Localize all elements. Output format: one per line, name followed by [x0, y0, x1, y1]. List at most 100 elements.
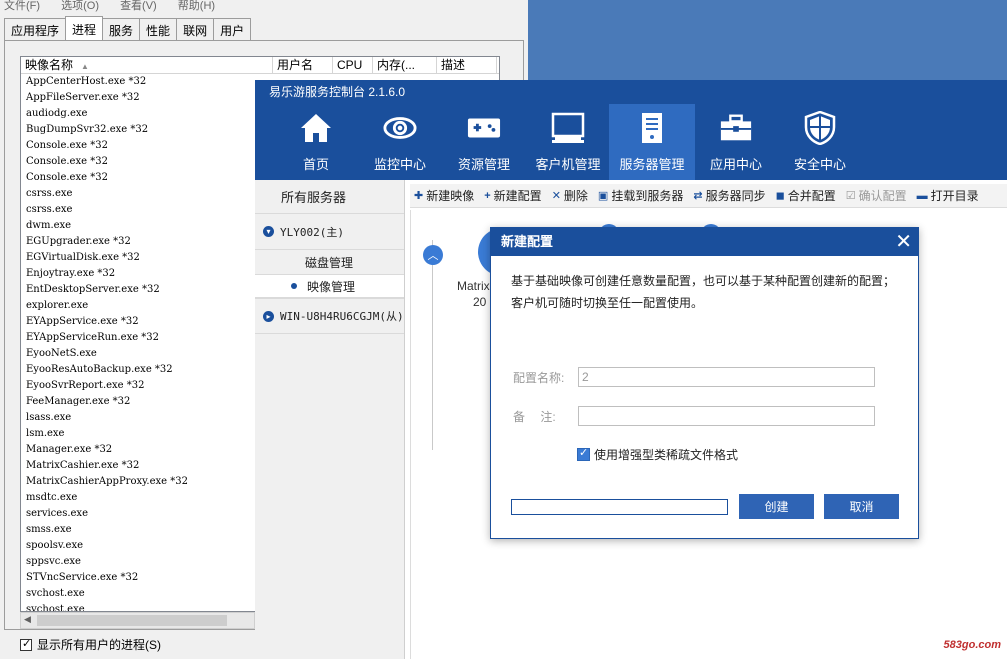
toolbar-button-confirm[interactable]: ☑ 确认配置: [846, 187, 907, 204]
server-primary-label: YLY002(主): [280, 225, 344, 239]
chevron-right-icon[interactable]: ▸: [263, 310, 274, 322]
chevron-up-icon[interactable]: ︿: [423, 245, 443, 265]
toolbar-button-delete[interactable]: ✕ 删除: [552, 187, 588, 204]
toolbar-button-label: 服务器同步: [705, 189, 766, 203]
sidebar-server-primary[interactable]: ▾ YLY002(主): [255, 214, 404, 250]
create-button[interactable]: 创建: [739, 494, 814, 519]
show-all-users-label: 显示所有用户的进程(S): [37, 638, 161, 652]
sidebar-server-secondary[interactable]: ▸ WIN-U8H4RU6CGJM(从): [255, 298, 404, 334]
main-nav: 首页 监控中心 资源管理 客户机管理 服务器管理 应用中心 安全中心: [273, 104, 861, 180]
timeline-line: [432, 240, 433, 450]
server-icon: [635, 112, 669, 144]
menu-file[interactable]: 文件(F): [4, 0, 40, 13]
note-label: 备 注:: [513, 409, 556, 424]
toolbar-button-label: 打开目录: [930, 189, 979, 203]
nav-home[interactable]: 首页: [273, 104, 359, 180]
toolbox-icon: [719, 112, 753, 144]
column-cpu[interactable]: CPU: [333, 57, 373, 73]
cancel-button[interactable]: 取消: [824, 494, 899, 519]
show-all-users-option[interactable]: 显示所有用户的进程(S): [20, 636, 161, 653]
server-secondary-label: WIN-U8H4RU6CGJM(从): [280, 310, 404, 323]
horizontal-scrollbar[interactable]: ◀: [20, 612, 255, 629]
merge-icon: ◼: [775, 190, 785, 202]
toolbar-button-new-image[interactable]: ✚ 新建映像: [414, 187, 474, 204]
desktop-background: [528, 0, 1007, 82]
dialog-description: 基于基础映像可创建任意数量配置，也可以基于某种配置创建新的配置；客户机可随时切换…: [511, 274, 896, 310]
column-description[interactable]: 描述: [437, 57, 497, 73]
delete-icon: ✕: [551, 190, 561, 202]
home-icon: [299, 112, 333, 144]
tab-applications[interactable]: 应用程序: [4, 18, 67, 40]
note-input[interactable]: [578, 406, 875, 426]
image-name: Matrix: [457, 279, 490, 293]
menu-options[interactable]: 选项(O): [61, 0, 99, 13]
sync-icon: ⇄: [693, 190, 703, 202]
tab-services[interactable]: 服务: [102, 18, 141, 40]
sparse-format-option[interactable]: 使用增强型类稀疏文件格式: [577, 446, 738, 463]
task-manager-menubar: 文件(F) 选项(O) 查看(V) 帮助(H): [0, 0, 528, 14]
task-manager-tabs: 应用程序 进程 服务 性能 联网 用户: [4, 16, 252, 40]
dialog-title: 新建配置: [501, 234, 554, 249]
nav-server-management[interactable]: 服务器管理: [609, 104, 695, 180]
toolbar-button-folder[interactable]: ▬ 打开目录: [917, 187, 979, 204]
plus-icon: +: [484, 189, 491, 202]
toolbar-button-merge[interactable]: ◼ 合并配置: [776, 187, 836, 204]
scroll-left-icon[interactable]: ◀: [24, 614, 31, 625]
nav-monitor-label: 监控中心: [373, 157, 426, 172]
toolbar-button-mount[interactable]: ▣ 挂载到服务器: [598, 187, 683, 204]
config-name-field: 配置名称: 2: [513, 367, 875, 387]
column-user[interactable]: 用户名: [273, 57, 333, 73]
tab-networking[interactable]: 联网: [176, 18, 215, 40]
column-memory[interactable]: 内存(...: [373, 57, 437, 73]
toolbar-button-plus[interactable]: + 新建配置: [484, 187, 541, 204]
nav-app-label: 应用中心: [709, 157, 762, 172]
config-name-input[interactable]: 2: [578, 367, 875, 387]
new-config-dialog: 新建配置 ✕ 基于基础映像可创建任意数量配置，也可以基于某种配置创建新的配置；客…: [490, 227, 919, 539]
new-image-icon: ✚: [414, 190, 424, 202]
menu-help[interactable]: 帮助(H): [178, 0, 215, 13]
image-toolbar: ✚ 新建映像 + 新建配置 ✕ 删除 ▣ 挂载到服务器 ⇄ 服务器同步 ◼ 合并配置 ☑ 确认配置 ▬ 打开目…: [410, 184, 1007, 208]
toolbar-button-label: 删除: [563, 189, 588, 203]
tab-users[interactable]: 用户: [213, 18, 252, 40]
sparse-format-checkbox[interactable]: [577, 446, 590, 461]
sparse-format-label: 使用增强型类稀疏文件格式: [594, 448, 739, 462]
server-sidebar: 所有服务器 ▾ YLY002(主) 磁盘管理 映像管理 ▸ WIN-U8H4RU…: [255, 180, 405, 659]
mount-icon: ▣: [597, 190, 609, 202]
sidebar-all-servers[interactable]: 所有服务器: [255, 180, 404, 214]
sidebar-disk-management[interactable]: 磁盘管理: [255, 250, 404, 274]
menu-view[interactable]: 查看(V): [120, 0, 157, 13]
nav-security-center[interactable]: 安全中心: [777, 104, 863, 180]
nav-resource-management[interactable]: 资源管理: [441, 104, 527, 180]
close-icon[interactable]: ✕: [895, 228, 912, 256]
toolbar-button-label: 合并配置: [787, 189, 836, 203]
sidebar-image-management[interactable]: 映像管理: [255, 274, 404, 298]
nav-monitor-center[interactable]: 监控中心: [357, 104, 443, 180]
chevron-down-icon[interactable]: ▾: [263, 226, 274, 237]
tab-processes[interactable]: 进程: [65, 16, 104, 40]
nav-resource-label: 资源管理: [457, 157, 510, 172]
column-image-name[interactable]: 映像名称 ▲: [21, 57, 273, 73]
nav-app-center[interactable]: 应用中心: [693, 104, 779, 180]
image-management-label: 映像管理: [307, 279, 356, 294]
monitor-icon: [551, 112, 585, 144]
scrollbar-thumb[interactable]: [37, 615, 227, 626]
image-date: 20: [473, 295, 487, 309]
nav-client-label: 客户机管理: [535, 157, 601, 172]
console-title: 易乐游服务控制台 2.1.6.0: [269, 85, 406, 99]
toolbar-button-label: 确认配置: [858, 189, 907, 203]
watermark: 583go.com: [943, 639, 1001, 651]
nav-server-label: 服务器管理: [619, 157, 685, 172]
tab-performance[interactable]: 性能: [139, 18, 178, 40]
progress-bar: [511, 499, 728, 515]
confirm-icon: ☑: [845, 190, 856, 202]
folder-icon: ▬: [916, 189, 928, 202]
toolbar-button-label: 新建配置: [493, 189, 542, 203]
toolbar-button-label: 挂载到服务器: [611, 189, 684, 203]
shield-icon: [803, 111, 837, 145]
eye-icon: [383, 112, 417, 144]
nav-client-management[interactable]: 客户机管理: [525, 104, 611, 180]
config-name-label: 配置名称:: [513, 370, 565, 385]
toolbar-button-label: 新建映像: [426, 189, 475, 203]
toolbar-button-sync[interactable]: ⇄ 服务器同步: [693, 187, 765, 204]
show-all-users-checkbox[interactable]: [20, 637, 32, 651]
